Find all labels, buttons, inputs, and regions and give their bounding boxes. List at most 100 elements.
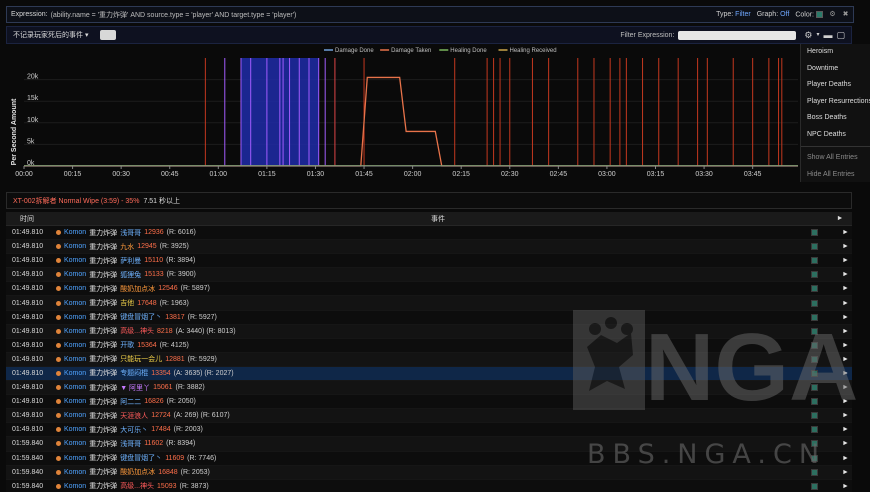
row-ability[interactable]: 重力炸弹 [89,439,117,449]
filter-expression-input[interactable] [678,30,797,40]
row-color-swatch[interactable] [811,412,818,420]
row-expand-arrow-icon[interactable]: ► [842,384,852,391]
row-target[interactable]: 开歌 [120,340,134,350]
expand-arrow-icon[interactable]: ► [828,215,852,222]
close-icon[interactable]: ✖ [842,11,849,18]
row-expand-arrow-icon[interactable]: ► [842,370,852,377]
encounter-title[interactable]: XT-002拆解者 Normal Wipe (3:59) - 35% [13,196,139,206]
row-source[interactable]: Komon [64,328,86,335]
row-ability[interactable]: 重力炸弹 [89,467,117,477]
row-expand-arrow-icon[interactable]: ► [842,229,852,236]
toggle-box[interactable] [100,30,117,40]
menu-item-player-deaths[interactable]: Player Deaths [801,77,870,94]
row-target[interactable]: 只能玩一会儿 [120,354,162,364]
row-source[interactable]: Komon [64,229,86,236]
settings-icon[interactable]: ⚙ [804,30,812,40]
row-target[interactable]: 九水 [120,242,134,252]
graph-option[interactable]: Graph: Off [757,11,790,18]
row-ability[interactable]: 重力炸弹 [89,397,117,407]
row-expand-arrow-icon[interactable]: ► [842,412,852,419]
row-source[interactable]: Komon [64,455,86,462]
row-source[interactable]: Komon [64,384,86,391]
maximize-icon[interactable]: ▢ [836,30,845,40]
table-row[interactable]: 01:49.810 Komon 重力炸弹 狐狸兔 15133 (R: 3900) ► [6,268,852,283]
row-source[interactable]: Komon [64,370,86,377]
row-color-swatch[interactable] [811,313,818,321]
menu-item-downtime[interactable]: Downtime [801,61,870,78]
menu-item-heroism[interactable]: Heroism [801,44,870,61]
row-target[interactable]: 萨利曼 [120,256,141,266]
row-color-swatch[interactable] [811,285,818,293]
row-expand-arrow-icon[interactable]: ► [842,314,852,321]
menu-item-npc-deaths[interactable]: NPC Deaths [801,127,870,144]
table-row[interactable]: 01:59.840 Komon 重力炸弹 酸奶加点冰 16848 (R: 2053) ► [6,465,852,480]
row-target[interactable]: 专题闷棍 [120,368,148,378]
row-expand-arrow-icon[interactable]: ► [842,328,852,335]
row-target[interactable]: 高级...神头 [120,326,154,336]
row-color-swatch[interactable] [811,257,818,265]
row-ability[interactable]: 重力炸弹 [89,270,117,280]
damage-graph[interactable]: Damage Done Damage Taken Healing Done Heali… [6,44,802,180]
table-row[interactable]: 01:49.810 Komon 重力炸弹 吉他 17648 (R: 1963) ► [6,296,852,311]
row-expand-arrow-icon[interactable]: ► [842,271,852,278]
menu-item-hide-all[interactable]: Hide All Entries [801,167,870,184]
table-row[interactable]: 01:49.810 Komon 重力炸弹 酸奶加点冰 12546 (R: 5897) ► [6,282,852,297]
row-source[interactable]: Komon [64,300,86,307]
table-row[interactable]: 01:49.810 Komon 重力炸弹 只能玩一会儿 12881 (R: 5929) ► [6,352,852,367]
table-row[interactable]: 01:49.810 Komon 重力炸弹 开歌 15364 (R: 4125) ► [6,338,852,353]
row-ability[interactable]: 重力炸弹 [89,242,117,252]
row-ability[interactable]: 重力炸弹 [89,383,117,393]
row-expand-arrow-icon[interactable]: ► [842,440,852,447]
row-source[interactable]: Komon [64,257,86,264]
row-ability[interactable]: 重力炸弹 [89,354,117,364]
row-color-swatch[interactable] [811,243,818,251]
row-target[interactable]: ▼ 阿里丫 [120,383,150,393]
row-ability[interactable]: 重力炸弹 [89,312,117,322]
row-ability[interactable]: 重力炸弹 [89,368,117,378]
table-row[interactable]: 01:59.840 Komon 重力炸弹 键盘冒烟了丶 11609 (R: 7746) ► [6,451,852,466]
row-color-swatch[interactable] [811,299,818,307]
row-ability[interactable]: 重力炸弹 [89,453,117,463]
menu-item-player-resurrections[interactable]: Player Resurrections [801,94,870,111]
table-row[interactable]: 01:49.810 Komon 重力炸弹 九水 12945 (R: 3925) ► [6,240,852,255]
row-expand-arrow-icon[interactable]: ► [842,243,852,250]
row-color-swatch[interactable] [811,369,818,377]
menu-item-boss-deaths[interactable]: Boss Deaths [801,110,870,127]
row-color-swatch[interactable] [811,468,818,476]
row-target[interactable]: 键盘冒烟了丶 [120,453,162,463]
row-color-swatch[interactable] [811,341,818,349]
row-ability[interactable]: 重力炸弹 [89,298,117,308]
column-header-time[interactable]: 时间 [6,214,48,224]
row-ability[interactable]: 重力炸弹 [89,481,117,491]
row-ability[interactable]: 重力炸弹 [89,256,117,266]
table-row[interactable]: 01:49.810 Komon 重力炸弹 专题闷棍 13354 (A: 3635) (R:… [6,366,852,382]
table-row[interactable]: 01:49.810 Komon 重力炸弹 ▼ 阿里丫 15061 (R: 3882) ► [6,381,852,396]
row-target[interactable]: 高级...神头 [120,481,154,491]
table-row[interactable]: 01:49.810 Komon 重力炸弹 浅哥哥 12936 (R: 6016) ► [6,226,852,241]
row-ability[interactable]: 重力炸弹 [89,326,117,336]
row-source[interactable]: Komon [64,271,86,278]
expression-bar[interactable]: Expression: (ability.name = '重力炸弹' AND s… [6,6,854,23]
table-row[interactable]: 01:59.840 Komon 重力炸弹 高级...神头 15093 (R: 3873) ► [6,479,852,492]
row-expand-arrow-icon[interactable]: ► [842,356,852,363]
table-row[interactable]: 01:59.840 Komon 重力炸弹 浅哥哥 11602 (R: 8394) ► [6,437,852,452]
row-source[interactable]: Komon [64,314,86,321]
row-source[interactable]: Komon [64,243,86,250]
row-color-swatch[interactable] [811,229,818,237]
expression-text[interactable]: (ability.name = '重力炸弹' AND source.type =… [51,10,717,20]
row-expand-arrow-icon[interactable]: ► [842,342,852,349]
row-expand-arrow-icon[interactable]: ► [842,257,852,264]
row-ability[interactable]: 重力炸弹 [89,340,117,350]
row-source[interactable]: Komon [64,356,86,363]
table-row[interactable]: 01:49.810 Komon 重力炸弹 大可乐丶 17484 (R: 2003) ► [6,423,852,438]
color-option[interactable]: Color: [795,10,823,18]
row-expand-arrow-icon[interactable]: ► [842,469,852,476]
graph-value[interactable]: Off [780,11,789,18]
row-expand-arrow-icon[interactable]: ► [842,426,852,433]
row-expand-arrow-icon[interactable]: ► [842,285,852,292]
minimize-icon[interactable]: ▬ [823,30,832,40]
column-header-event[interactable]: 事件 [48,214,828,224]
chevron-down-icon[interactable]: ▾ [816,31,819,40]
menu-item-show-all[interactable]: Show All Entries [801,150,870,167]
row-target[interactable]: 浅哥哥 [120,228,141,238]
